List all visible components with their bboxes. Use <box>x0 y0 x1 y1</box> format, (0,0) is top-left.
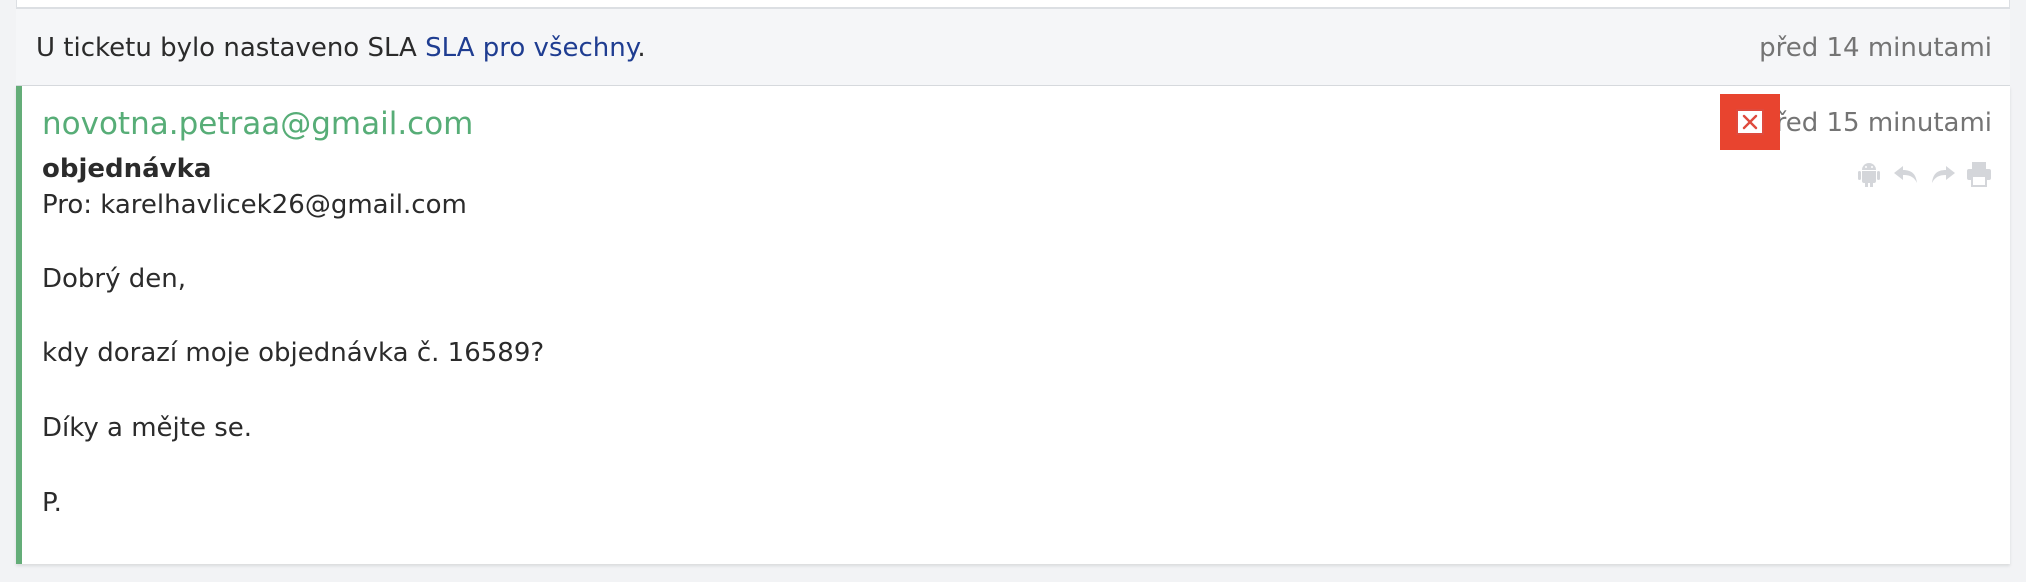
email-recipient: Pro: karelhavlicek26@gmail.com <box>42 190 467 220</box>
email-body-line: P. <box>42 488 62 518</box>
sender-email[interactable]: novotna.petraa@gmail.com <box>42 104 473 144</box>
message-time: před 15 minutami <box>1759 108 1992 138</box>
print-icon[interactable] <box>1964 159 1994 189</box>
sla-event-text: U ticketu bylo nastaveno SLA SLA pro vše… <box>36 31 646 65</box>
email-body-line: Dobrý den, <box>42 264 187 294</box>
close-x-icon <box>1742 114 1758 130</box>
email-message: novotna.petraa@gmail.com objednávka Pro:… <box>16 86 2010 564</box>
sla-event: U ticketu bylo nastaveno SLA SLA pro vše… <box>16 8 2010 86</box>
email-subject: objednávka <box>42 154 212 184</box>
email-body-line: kdy dorazí moje objednávka č. 16589? <box>42 338 545 368</box>
timeline-previous-item <box>16 0 2010 8</box>
message-actions <box>1854 159 1994 189</box>
close-box-icon[interactable] <box>1720 94 1780 150</box>
ticket-timeline: U ticketu bylo nastaveno SLA SLA pro vše… <box>0 0 2026 582</box>
sla-event-prefix: U ticketu bylo nastaveno SLA <box>36 33 426 63</box>
forward-icon[interactable] <box>1928 159 1958 189</box>
android-icon[interactable] <box>1854 159 1884 189</box>
sla-link[interactable]: SLA pro všechny <box>425 33 637 63</box>
sla-event-suffix: . <box>637 33 646 63</box>
sla-event-time: před 14 minutami <box>1759 33 1992 63</box>
reply-icon[interactable] <box>1891 159 1921 189</box>
close-box-inner <box>1736 109 1764 135</box>
email-body-line: Díky a mějte se. <box>42 413 253 443</box>
